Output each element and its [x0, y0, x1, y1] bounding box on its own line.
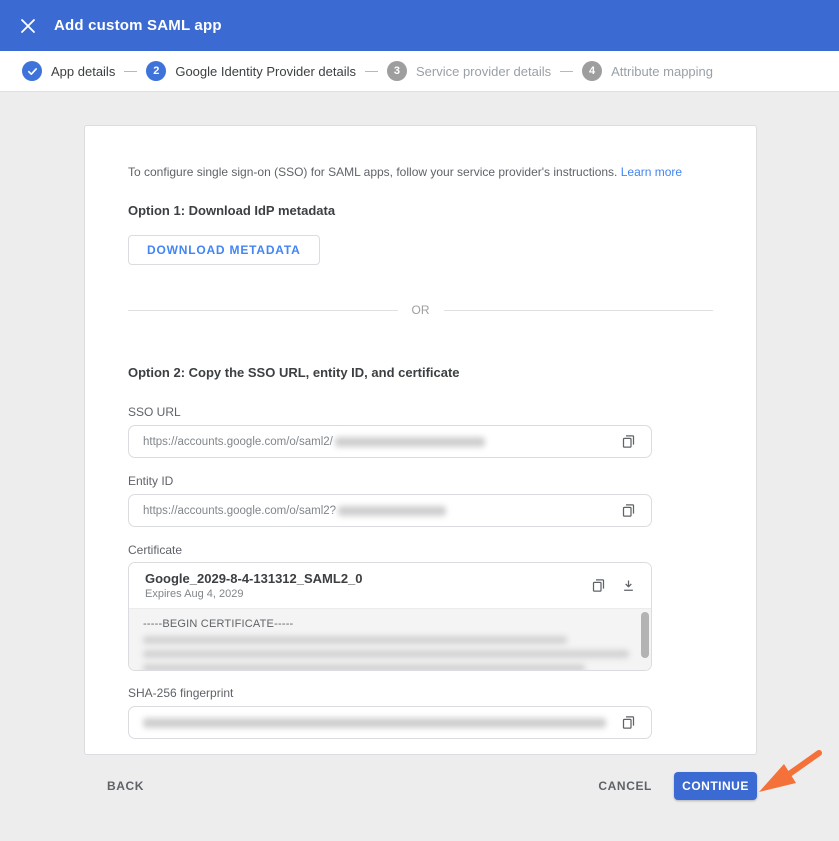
dialog-header: Add custom SAML app: [0, 0, 839, 51]
back-button[interactable]: BACK: [107, 779, 144, 793]
step-number-badge: 2: [146, 61, 167, 81]
step-label: Attribute mapping: [611, 63, 714, 79]
sso-url-label: SSO URL: [128, 405, 181, 419]
intro-sentence: To configure single sign-on (SSO) for SA…: [128, 165, 618, 179]
redacted-certificate-line: [143, 636, 567, 644]
or-label: OR: [411, 303, 430, 317]
entity-id-label: Entity ID: [128, 474, 174, 488]
idp-details-card: To configure single sign-on (SSO) for SA…: [84, 125, 757, 755]
download-metadata-button[interactable]: DOWNLOAD METADATA: [128, 235, 320, 265]
cancel-button[interactable]: CANCEL: [598, 779, 652, 793]
redacted-entity-id-suffix: [338, 505, 447, 516]
step-label: Google Identity Provider details: [175, 63, 356, 79]
certificate-box: Google_2029-8-4-131312_SAML2_0 Expires A…: [128, 562, 652, 671]
dialog-footer: BACK CANCEL CONTINUE: [84, 771, 757, 800]
download-icon[interactable]: [617, 575, 639, 597]
intro-text: To configure single sign-on (SSO) for SA…: [128, 164, 712, 180]
dialog-title: Add custom SAML app: [54, 17, 222, 34]
stepper: App details 2 Google Identity Provider d…: [0, 51, 839, 92]
close-icon[interactable]: [8, 6, 48, 46]
certificate-body[interactable]: -----BEGIN CERTIFICATE-----: [129, 609, 651, 670]
step-separator: [560, 70, 574, 72]
step-label: Service provider details: [415, 63, 552, 79]
copy-icon[interactable]: [617, 712, 639, 734]
sha256-label: SHA-256 fingerprint: [128, 686, 234, 700]
step-number-badge: 3: [386, 61, 407, 81]
step-separator: [364, 70, 378, 72]
continue-button[interactable]: CONTINUE: [674, 771, 757, 800]
certificate-expiry: Expires Aug 4, 2029: [145, 588, 244, 600]
sha256-field[interactable]: [128, 706, 652, 739]
redacted-sso-url-suffix: [334, 436, 485, 447]
redacted-certificate-line: [143, 664, 585, 670]
option1-heading: Option 1: Download IdP metadata: [128, 203, 336, 218]
certificate-begin-line: -----BEGIN CERTIFICATE-----: [143, 618, 294, 630]
step-google-idp-details[interactable]: 2 Google Identity Provider details: [146, 61, 356, 81]
orange-arrow-annotation-icon: [759, 750, 822, 792]
entity-id-field[interactable]: https://accounts.google.com/o/saml2?: [128, 494, 652, 527]
certificate-scrollbar[interactable]: [641, 612, 649, 658]
certificate-header: Google_2029-8-4-131312_SAML2_0 Expires A…: [129, 563, 651, 609]
certificate-meta: Google_2029-8-4-131312_SAML2_0 Expires A…: [145, 571, 363, 600]
certificate-label: Certificate: [128, 543, 183, 557]
option2-heading: Option 2: Copy the SSO URL, entity ID, a…: [128, 365, 460, 380]
sso-url-value: https://accounts.google.com/o/saml2/: [143, 435, 333, 448]
sso-url-field[interactable]: https://accounts.google.com/o/saml2/: [128, 425, 652, 458]
check-icon: [22, 61, 42, 81]
step-attribute-mapping[interactable]: 4 Attribute mapping: [582, 61, 713, 81]
step-separator: [124, 70, 138, 72]
redacted-sha256-value: [143, 717, 606, 728]
step-number-badge: 4: [582, 61, 603, 81]
step-app-details[interactable]: App details: [22, 61, 115, 81]
learn-more-link[interactable]: Learn more: [621, 165, 682, 179]
copy-icon[interactable]: [617, 431, 639, 453]
divider-line: [128, 309, 398, 311]
step-service-provider-details[interactable]: 3 Service provider details: [386, 61, 552, 81]
copy-icon[interactable]: [587, 575, 609, 597]
certificate-name: Google_2029-8-4-131312_SAML2_0: [145, 571, 363, 586]
divider-line: [443, 309, 713, 311]
step-label: App details: [51, 63, 116, 79]
entity-id-value: https://accounts.google.com/o/saml2?: [143, 504, 337, 517]
copy-icon[interactable]: [617, 500, 639, 522]
or-divider: OR: [128, 303, 713, 317]
redacted-certificate-line: [143, 650, 629, 658]
